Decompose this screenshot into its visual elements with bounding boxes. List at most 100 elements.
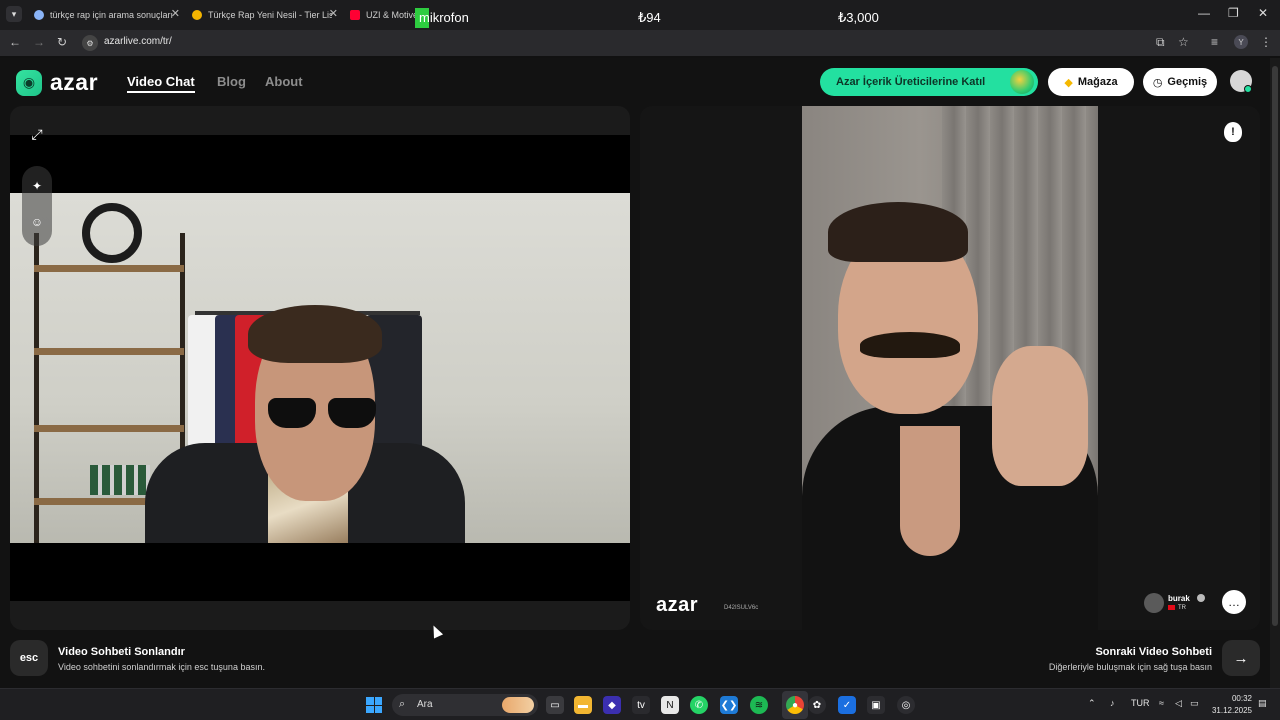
reload-icon[interactable]: ↻	[57, 35, 67, 49]
tab-close-icon[interactable]: ✕	[171, 7, 180, 20]
next-chat-arrow-button[interactable]: →	[1222, 640, 1260, 676]
whatsapp-icon[interactable]: ✆	[690, 696, 708, 714]
recording-app-icon[interactable]: ◎	[897, 696, 915, 714]
volume-icon[interactable]: ◁	[1175, 698, 1182, 709]
donation-amount-2: ₺3,000	[838, 10, 879, 25]
cube-app-icon[interactable]: ▣	[867, 696, 885, 714]
tab-search-results[interactable]: türkçe rap için arama sonuçları ✕	[26, 4, 184, 26]
google-favicon-icon	[34, 10, 44, 20]
join-creators-button[interactable]: Azar İçerik Üreticilerine Katıl	[820, 68, 1038, 96]
shelf-board	[34, 425, 184, 432]
address-bar[interactable]: ⚙ azarlive.com/tr/	[78, 33, 1078, 53]
nav-video-chat[interactable]: Video Chat	[127, 74, 195, 93]
sparkle-effects-icon[interactable]: ✦	[27, 176, 47, 196]
tab-search-button[interactable]: ▾	[6, 6, 22, 22]
youtube-favicon-icon	[350, 10, 360, 20]
next-chat-title: Sonraki Video Sohbeti	[1095, 646, 1212, 658]
todo-icon[interactable]: ✓	[838, 696, 856, 714]
maximize-icon[interactable]: ❐	[1228, 6, 1239, 20]
battery-icon[interactable]: ▭	[1190, 698, 1199, 709]
install-app-icon[interactable]: ⧉	[1156, 35, 1165, 50]
peer-avatar[interactable]	[1144, 593, 1164, 613]
lens-right	[328, 398, 376, 428]
notion-icon[interactable]: N	[661, 696, 679, 714]
browser-profile-avatar[interactable]: Y	[1234, 35, 1248, 49]
notes-app-icon[interactable]: ◆	[603, 696, 621, 714]
scrollbar-thumb[interactable]	[1272, 66, 1278, 626]
notification-icon[interactable]: ▤	[1258, 698, 1267, 709]
back-icon[interactable]: ←	[9, 35, 21, 49]
spotify-icon[interactable]: ≋	[750, 696, 768, 714]
peer-country: TR	[1168, 605, 1186, 611]
effects-toolbar: ✦ ☺	[22, 166, 52, 246]
tab-title: Türkçe Rap Yeni Nesil - Tier List	[208, 10, 332, 20]
sunglasses	[268, 398, 378, 428]
donation-amount-1: ₺94	[638, 10, 661, 25]
azar-logo-text: azar	[50, 69, 99, 95]
creator-badge-icon	[1010, 70, 1034, 94]
nav-about[interactable]: About	[265, 74, 303, 89]
clock-date[interactable]: 31.12.2025	[1208, 706, 1252, 715]
nav-blog[interactable]: Blog	[217, 74, 246, 89]
vscode-icon[interactable]: ❮❯	[720, 696, 738, 714]
minimize-icon[interactable]: —	[1198, 6, 1210, 20]
window-close-icon[interactable]: ✕	[1258, 6, 1268, 20]
face-filter-icon[interactable]: ☺	[27, 212, 47, 232]
store-button[interactable]: ◆ Mağaza	[1048, 68, 1134, 96]
letterbox-top	[10, 135, 630, 193]
tray-overflow-icon[interactable]: ⌃	[1088, 698, 1096, 709]
expand-icon[interactable]: ⤢	[25, 122, 49, 146]
url-text: azarlive.com/tr/	[104, 36, 172, 47]
azar-logo[interactable]: ◉ azar	[16, 69, 98, 96]
file-explorer-icon[interactable]: ▬	[574, 696, 592, 714]
menu-icon[interactable]: ⋮	[1260, 35, 1272, 49]
tab-tier-list[interactable]: Türkçe Rap Yeni Nesil - Tier List ✕	[184, 4, 342, 26]
wifi-icon[interactable]: ≈	[1159, 698, 1164, 708]
site-info-icon[interactable]: ⚙	[82, 35, 98, 51]
remote-person-hand	[992, 346, 1088, 486]
microphone-icon[interactable]: ♪	[1110, 698, 1115, 708]
bookmark-star-icon[interactable]: ☆	[1178, 35, 1189, 49]
turkey-flag-icon	[1168, 605, 1175, 610]
input-language[interactable]: TUR	[1131, 698, 1150, 708]
peer-verified-icon	[1197, 594, 1205, 602]
next-chat-subtitle: Diğerleriyle buluşmak için sağ tuşa bası…	[1048, 662, 1212, 672]
windows-taskbar: ⌕ Ara ▭ ▬ ◆ tv N ✆ ❮❯ ≋ ● ✿ ✓ ▣ ◎ ⌃ ♪ TU…	[0, 688, 1280, 720]
start-tile	[366, 697, 374, 705]
peer-name: burak	[1168, 594, 1190, 603]
taskbar-search[interactable]: ⌕ Ara	[392, 694, 538, 716]
remote-camera-feed	[802, 106, 1098, 630]
mic-label: mikrofon	[419, 10, 469, 25]
browser-tab-bar: ▾ türkçe rap için arama sonuçları ✕ Türk…	[0, 0, 1280, 30]
chat-bubble-icon[interactable]: …	[1222, 590, 1246, 614]
remote-person-mustache	[860, 332, 960, 358]
clock-icon: ◷	[1152, 76, 1163, 89]
search-highlight-image	[502, 697, 534, 713]
report-shield-icon[interactable]: !	[1224, 122, 1242, 142]
local-camera-feed	[10, 193, 630, 543]
bottles	[90, 465, 150, 495]
person-hair	[248, 305, 382, 363]
windows-start-icon[interactable]	[366, 697, 382, 713]
media-controls-icon[interactable]: ≡	[1211, 35, 1218, 49]
forward-icon[interactable]: →	[33, 35, 45, 49]
end-chat-subtitle: Video sohbetini sonlandırmak için esc tu…	[58, 662, 265, 672]
apple-tv-icon[interactable]: tv	[632, 696, 650, 714]
gem-icon: ◆	[1064, 76, 1073, 89]
history-button[interactable]: ◷ Geçmiş	[1143, 68, 1217, 96]
watermark-id: D42ISULV6c	[724, 605, 759, 611]
chrome-icon[interactable]: ●	[786, 696, 804, 714]
online-status-dot	[1244, 85, 1252, 93]
end-chat-key-button[interactable]: esc	[10, 640, 48, 676]
tab-close-icon[interactable]: ✕	[329, 7, 338, 20]
shelf-board	[34, 265, 184, 272]
start-tile	[366, 705, 374, 713]
task-view-icon[interactable]: ▭	[546, 696, 564, 714]
shelf-post	[34, 233, 39, 543]
page-scrollbar[interactable]	[1270, 58, 1280, 688]
clock-time[interactable]: 00:32	[1216, 694, 1252, 703]
tab-youtube[interactable]: UZI & Motive	[342, 4, 418, 26]
screen: ▾ türkçe rap için arama sonuçları ✕ Türk…	[0, 0, 1280, 720]
chatgpt-icon[interactable]: ✿	[808, 696, 826, 714]
browser-toolbar: ← → ↻ ⚙ azarlive.com/tr/ ⧉ ☆ ≡ ⋮	[0, 30, 1280, 56]
